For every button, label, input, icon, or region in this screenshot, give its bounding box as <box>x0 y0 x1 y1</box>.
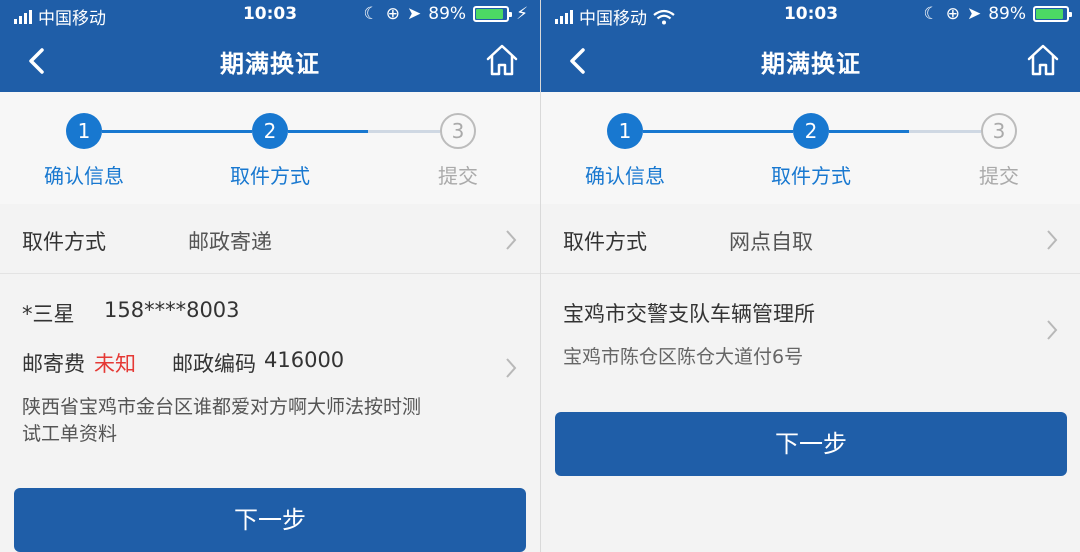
chevron-right-icon <box>506 230 517 250</box>
lock-rotation-icon: ⊕ <box>385 4 401 24</box>
battery-icon <box>1033 6 1072 22</box>
battery-percent: 89% <box>428 4 467 24</box>
status-bar: 中国移动 10:03 ☾ ⊕ ➤ 89% ⚡ <box>0 0 540 30</box>
pickup-method-value: 网点自取 <box>729 230 813 254</box>
nav-bar: 期满换证 <box>541 30 1080 92</box>
moon-icon: ☾ <box>923 4 939 24</box>
step-1-label: 确认信息 <box>44 164 124 188</box>
lock-rotation-icon: ⊕ <box>945 4 960 24</box>
location-icon: ➤ <box>407 4 422 24</box>
step-connector-current <box>288 130 368 133</box>
progress-stepper: 1 2 3 确认信息 取件方式 提交 <box>0 92 540 204</box>
step-2-label: 取件方式 <box>230 164 310 188</box>
step-connector-pending <box>368 130 440 133</box>
step-1-circle: 1 <box>607 113 643 149</box>
chevron-right-icon <box>1047 230 1058 250</box>
moon-icon: ☾ <box>363 4 379 24</box>
nav-bar: 期满换证 <box>0 30 540 92</box>
phone-screen-self-pickup: 中国移动 10:03 ☾ ⊕ ➤ 89% 期满换证 1 2 3 确认信息 取件方… <box>540 0 1080 552</box>
step-connector-pending <box>909 130 981 133</box>
next-step-button[interactable]: 下一步 <box>14 488 526 552</box>
step-connector-done <box>102 130 252 133</box>
recipient-address-card[interactable]: *三星 158****8003 邮寄费 未知 邮政编码 416000 陕西省宝鸡… <box>0 274 540 468</box>
postcode-value: 416000 <box>264 348 345 372</box>
next-step-button[interactable]: 下一步 <box>555 412 1067 476</box>
chevron-right-icon <box>506 358 517 378</box>
battery-percent: 89% <box>988 4 1026 24</box>
progress-stepper: 1 2 3 确认信息 取件方式 提交 <box>541 92 1080 204</box>
pickup-method-label: 取件方式 <box>22 230 106 254</box>
office-address: 宝鸡市陈仓区陈仓大道付6号 <box>563 346 804 368</box>
phone-screen-postal: 中国移动 10:03 ☾ ⊕ ➤ 89% ⚡ 期满换证 1 2 3 确认信息 取… <box>0 0 540 552</box>
step-1-label: 确认信息 <box>585 164 665 188</box>
page-title: 期满换证 <box>761 50 861 78</box>
recipient-name: *三星 <box>22 302 75 326</box>
postcode-label: 邮政编码 <box>172 352 256 376</box>
step-2-label: 取件方式 <box>771 164 851 188</box>
step-3-circle: 3 <box>440 113 476 149</box>
location-icon: ➤ <box>966 4 982 24</box>
postage-label: 邮寄费 <box>22 352 85 376</box>
pickup-method-row[interactable]: 取件方式 邮政寄递 <box>0 206 540 272</box>
office-name: 宝鸡市交警支队车辆管理所 <box>563 302 815 326</box>
recipient-phone: 158****8003 <box>104 298 240 322</box>
battery-icon <box>473 6 513 22</box>
step-3-label: 提交 <box>979 164 1019 188</box>
pickup-method-value: 邮政寄递 <box>188 230 272 254</box>
home-icon[interactable] <box>1025 42 1061 78</box>
step-3-circle: 3 <box>981 113 1017 149</box>
step-3-label: 提交 <box>438 164 478 188</box>
step-1-circle: 1 <box>66 113 102 149</box>
step-2-circle: 2 <box>793 113 829 149</box>
charging-icon: ⚡ <box>516 4 528 24</box>
pickup-method-row[interactable]: 取件方式 网点自取 <box>541 206 1080 272</box>
chevron-right-icon <box>1047 320 1058 340</box>
home-icon[interactable] <box>484 42 520 78</box>
status-bar: 中国移动 10:03 ☾ ⊕ ➤ 89% <box>541 0 1080 30</box>
step-2-circle: 2 <box>252 113 288 149</box>
delivery-address: 陕西省宝鸡市金台区谁都爱对方啊大师法按时测 试工单资料 <box>22 394 472 448</box>
address-line-2: 试工单资料 <box>22 423 118 445</box>
pickup-method-label: 取件方式 <box>563 230 647 254</box>
page-title: 期满换证 <box>220 50 320 78</box>
pickup-office-card[interactable]: 宝鸡市交警支队车辆管理所 宝鸡市陈仓区陈仓大道付6号 <box>541 274 1080 378</box>
address-line-1: 陕西省宝鸡市金台区谁都爱对方啊大师法按时测 <box>22 396 422 418</box>
step-connector-done <box>643 130 793 133</box>
postage-value: 未知 <box>94 352 136 376</box>
step-connector-current <box>829 130 909 133</box>
